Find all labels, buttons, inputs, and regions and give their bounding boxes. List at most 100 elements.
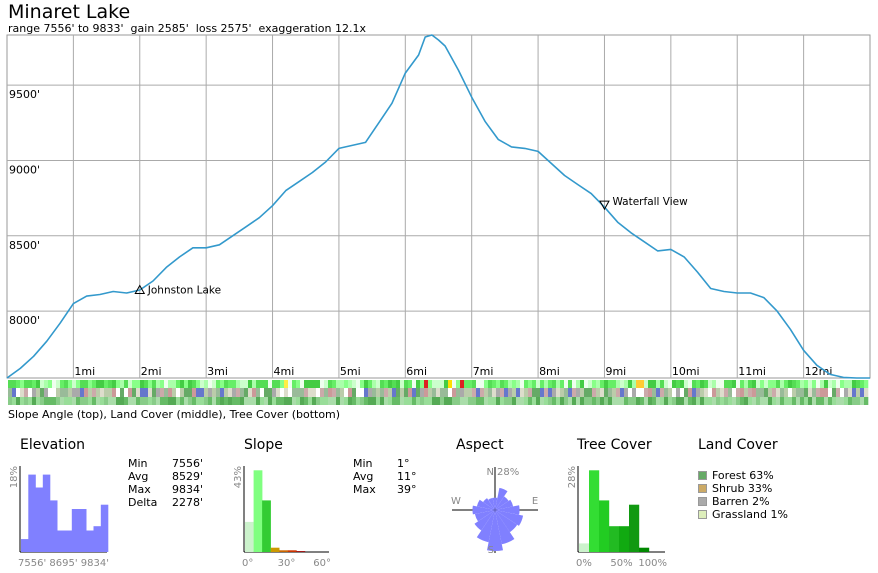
slope-strip-cell — [336, 380, 341, 388]
landcover-strip-cell — [560, 388, 565, 397]
treecover-strip-cell — [568, 397, 573, 405]
histogram-bar — [28, 474, 36, 552]
treecover-strip-cell — [196, 397, 201, 405]
landcover-strip-cell — [480, 388, 485, 397]
aspect-south-label: S — [488, 545, 494, 556]
landcover-strip-cell — [640, 388, 645, 397]
histogram-bar — [100, 504, 109, 552]
landcover-strip-cell — [692, 388, 697, 397]
landcover-strip-cell — [260, 388, 265, 397]
slope-strip-cell — [604, 380, 609, 388]
histogram-x-label: 9834' — [81, 558, 109, 569]
landcover-strip-cell — [196, 388, 201, 397]
landcover-strip-cell — [212, 388, 217, 397]
landcover-strip-cell — [808, 388, 813, 397]
treecover-strip-cell — [332, 397, 337, 405]
treecover-strip-cell — [644, 397, 649, 405]
treecover-strip-cell — [624, 397, 629, 405]
histogram-bar — [86, 530, 94, 552]
slope-strip-cell — [240, 380, 245, 388]
slope-strip-cell — [96, 380, 101, 388]
histogram-bar — [609, 526, 620, 552]
histogram-x-label: 50% — [610, 558, 632, 569]
aspect-percent-label: 28% — [497, 467, 519, 478]
slope-strip-cell — [356, 380, 361, 388]
landcover-strip-cell — [284, 388, 289, 397]
slope-strip-cell — [824, 380, 829, 388]
slope-strip-cell — [120, 380, 125, 388]
stat-label: Delta — [128, 496, 158, 509]
treecover-strip-cell — [788, 397, 793, 405]
slope-strip-cell — [292, 380, 297, 388]
landcover-strip-cell — [420, 388, 425, 397]
landcover-strip-cell — [264, 388, 269, 397]
slope-strip-cell — [268, 380, 273, 388]
landcover-strip-cell — [172, 388, 177, 397]
landcover-strip-cell — [540, 388, 545, 397]
slope-strip-cell — [488, 380, 493, 388]
slope-strip-cell — [220, 380, 225, 388]
treecover-strip-cell — [524, 397, 529, 405]
landcover-strip-cell — [524, 388, 529, 397]
treecover-strip-cell — [120, 397, 125, 405]
landcover-strip-cell — [444, 388, 449, 397]
slope-strip-cell — [528, 380, 533, 388]
treecover-strip-cell — [308, 397, 313, 405]
slope-strip-cell — [100, 380, 105, 388]
landcover-strip-cell — [568, 388, 573, 397]
slope-strip-cell — [624, 380, 629, 388]
treecover-strip-cell — [36, 397, 41, 405]
treecover-strip-cell — [312, 397, 317, 405]
treecover-strip-cell — [408, 397, 413, 405]
slope-strip-cell — [280, 380, 285, 388]
slope-strip-cell — [740, 380, 745, 388]
stat-row: Avg 11° — [353, 470, 417, 483]
slope-strip-cell — [116, 380, 121, 388]
landcover-strip-cell — [712, 388, 717, 397]
slope-strip-cell — [284, 380, 289, 388]
landcover-strip-cell — [756, 388, 761, 397]
slope-strip-cell — [416, 380, 421, 388]
landcover-strip-cell — [696, 388, 701, 397]
legend-swatch — [698, 510, 707, 519]
slope-strip-cell — [28, 380, 33, 388]
slope-strip-cell — [156, 380, 161, 388]
landcover-strip-cell — [520, 388, 525, 397]
stat-label: Min — [353, 457, 373, 470]
slope-strip-cell — [108, 380, 113, 388]
slope-strip-cell — [208, 380, 213, 388]
histogram-bar — [279, 550, 289, 552]
treecover-strip-cell — [348, 397, 353, 405]
slope-strip-cell — [408, 380, 413, 388]
treecover-strip-cell — [716, 397, 721, 405]
treecover-strip-cell — [472, 397, 477, 405]
treecover-strip-cell — [376, 397, 381, 405]
slope-strip-cell — [192, 380, 197, 388]
x-tick-label: 2mi — [141, 365, 162, 378]
landcover-strip-cell — [20, 388, 25, 397]
treecover-strip-cell — [52, 397, 57, 405]
treecover-strip-cell — [416, 397, 421, 405]
treecover-strip-cell — [680, 397, 685, 405]
treecover-strip-cell — [688, 397, 693, 405]
y-tick-label: 8500' — [9, 239, 40, 252]
slope-strip-cell — [364, 380, 369, 388]
histogram-bar — [21, 539, 29, 552]
slope-strip-cell — [400, 380, 405, 388]
landcover-strip-cell — [336, 388, 341, 397]
slope-panel-title: Slope — [244, 437, 283, 453]
histogram-bar — [270, 547, 280, 552]
treecover-strip-cell — [420, 397, 425, 405]
slope-strip-cell — [480, 380, 485, 388]
x-tick-label: 6mi — [406, 365, 427, 378]
landcover-strip-cell — [352, 388, 357, 397]
treecover-strip-cell — [304, 397, 309, 405]
landcover-strip-cell — [248, 388, 253, 397]
slope-strip-cell — [736, 380, 741, 388]
landcover-strip-cell — [120, 388, 125, 397]
landcover-strip-cell — [796, 388, 801, 397]
histogram-bar — [639, 547, 650, 552]
treecover-strip-cell — [328, 397, 333, 405]
slope-strip-cell — [472, 380, 477, 388]
aspect-north-label: N — [487, 467, 494, 478]
